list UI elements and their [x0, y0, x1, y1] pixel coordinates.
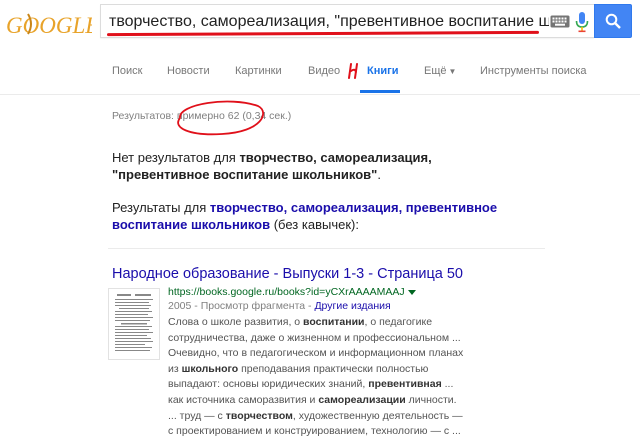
search-button[interactable]: [594, 4, 632, 38]
snippet-bold-term: превентивная: [368, 378, 442, 391]
url-dropdown-icon[interactable]: [407, 289, 416, 295]
chevron-down-icon: ▼: [448, 67, 457, 76]
tab-search-tools[interactable]: Инструменты поиска: [480, 65, 587, 77]
results-for-message: Результаты для творчество, самореализаци…: [112, 199, 532, 233]
result-title-link[interactable]: Народное образование - Выпуски 1-3 - Стр…: [112, 266, 463, 282]
no-results-suffix: .: [377, 167, 381, 182]
tab-videos[interactable]: Видео: [308, 65, 340, 77]
search-input[interactable]: [109, 11, 549, 33]
snippet-bold-term: школьного: [181, 362, 239, 375]
tab-news[interactable]: Новости: [167, 65, 210, 77]
snippet-bold-term: воспитании: [303, 316, 365, 328]
tab-books[interactable]: Книги: [367, 65, 398, 77]
red-circle-annotation: [177, 100, 264, 136]
result-snippet: Слова о школе развития, о воспитании, о …: [168, 315, 468, 440]
result-meta: 2005 - Просмотр фрагмента - Другие издан…: [168, 300, 391, 312]
tab-search[interactable]: Поиск: [112, 65, 142, 77]
other-editions-link[interactable]: Другие издания: [314, 300, 390, 312]
search-tabs: Поиск Новости Картинки Видео Книги Ещё ▼ …: [0, 50, 640, 95]
search-icon: [605, 13, 621, 29]
search-box: [100, 4, 594, 38]
tab-more[interactable]: Ещё ▼: [424, 65, 456, 77]
result-meta-text: 2005 - Просмотр фрагмента -: [168, 300, 315, 312]
header: GOOGLE: [0, 0, 640, 50]
book-thumbnail[interactable]: [108, 288, 160, 360]
snippet-bold-term: творчеством: [225, 409, 293, 422]
result-url: https://books.google.ru/books?id=yCXrAAA…: [168, 286, 416, 298]
red-hand-mark-annotation: [348, 63, 358, 79]
tab-images[interactable]: Картинки: [235, 65, 282, 77]
no-results-message: Нет результатов для творчество, самореал…: [112, 149, 532, 183]
snippet-bold-term: самореализации: [318, 393, 406, 406]
tab-more-label: Ещё: [424, 65, 447, 77]
active-tab-indicator: [360, 90, 400, 93]
google-logo[interactable]: GOOGLE: [6, 8, 99, 40]
results-for-suffix: (без кавычек):: [270, 217, 359, 232]
keyboard-icon[interactable]: [550, 15, 570, 28]
results-for-prefix: Результаты для: [112, 200, 210, 215]
microphone-icon[interactable]: [575, 12, 589, 33]
svg-text:GOOGLE: GOOGLE: [6, 13, 92, 38]
snippet-text: Слова о школе развития, о: [168, 316, 304, 328]
no-results-prefix: Нет результатов для: [112, 150, 240, 165]
divider: [108, 248, 545, 249]
result-url-text: https://books.google.ru/books?id=yCXrAAA…: [168, 286, 405, 298]
